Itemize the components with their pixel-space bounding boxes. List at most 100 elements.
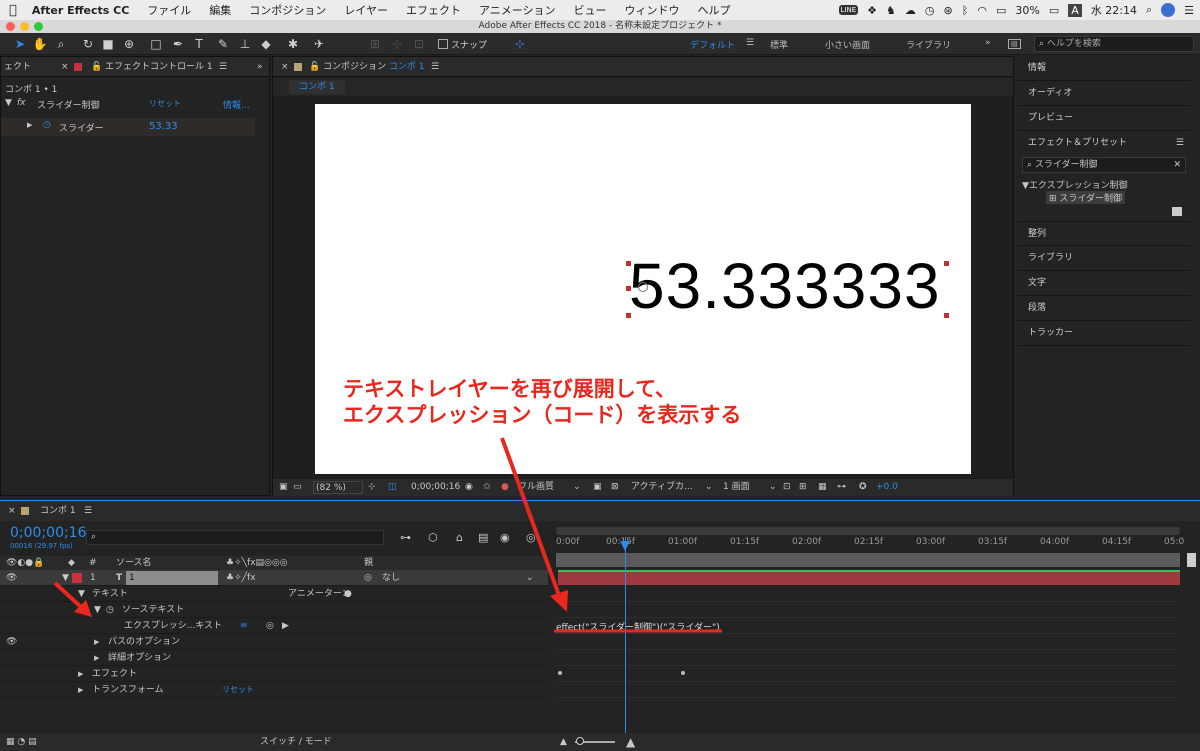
pen-tool-icon[interactable]: ✒ [170,36,186,52]
creative-cloud-icon[interactable]: ☁ [905,4,916,17]
tracker-panel-tab[interactable]: トラッカー [1018,321,1190,346]
align-panel-tab[interactable]: 整列 [1018,221,1190,246]
bbox-handle-bl[interactable] [626,313,631,318]
stopwatch-icon[interactable]: ◷ [43,120,51,130]
animator-add-icon[interactable]: ● [344,586,352,602]
rectangle-tool-icon[interactable]: □ [148,36,164,52]
source-name-column[interactable]: ソース名 [116,556,152,570]
input-source[interactable]: A [1068,3,1082,17]
timeline-close-icon[interactable]: × [8,501,16,521]
footer-layer-icons[interactable]: ▦ ◔ ▤ [6,733,37,751]
battery-percent[interactable]: 30% [1015,4,1039,17]
keyframe-dot[interactable] [558,671,562,675]
expand-triangle-icon[interactable]: ▶ [27,121,32,129]
exposure-reset-icon[interactable]: ✪ [859,479,867,496]
fast-preview-icon[interactable]: ⊠ [611,479,619,496]
timeline-link-icon[interactable]: ▦ [818,479,827,496]
menu-list-icon[interactable]: ☰ [1184,4,1194,17]
wifi-icon[interactable]: ◠ [977,4,987,17]
snap-checkbox[interactable] [438,39,448,49]
cti-head[interactable] [620,541,630,551]
effects-menu-icon[interactable]: ☰ [1176,131,1184,156]
quality-dropdown[interactable]: フル画質 [518,479,554,496]
roto-brush-tool-icon[interactable]: ✱ [285,36,301,52]
comp-end-marker[interactable] [1187,553,1196,567]
layer-label-color[interactable] [72,573,82,583]
clock-icon[interactable]: ◷ [925,4,935,17]
close-window-button[interactable] [6,22,15,31]
line-icon[interactable]: LINE [838,5,859,15]
selection-tool-icon[interactable]: ➤ [12,36,28,52]
snap-options-icon[interactable]: ⊹ [512,36,528,52]
effects-result-item[interactable]: ⊞ スライダー制御 [1046,191,1126,204]
lock-icon[interactable]: 🔓 [91,57,102,77]
comp-footer-timecode[interactable]: 0;00;00;16 [411,479,460,496]
parent-dropdown[interactable]: なし [382,570,400,586]
zoom-tool-icon[interactable]: ⌕ [53,36,69,52]
comp-close-tab-icon[interactable]: × [281,57,289,77]
quality-chevron-icon[interactable]: ⌄ [573,479,581,496]
current-time-indicator[interactable] [625,537,626,747]
preview-panel-tab[interactable]: プレビュー [1018,106,1190,131]
bluetooth-icon[interactable]: ᛒ [962,4,969,17]
transform-group-row[interactable]: ▶ トランスフォーム リセット [0,682,548,698]
evernote-icon[interactable]: ♞ [886,4,896,17]
workspace-default[interactable]: デフォルト [690,38,735,51]
menu-composition[interactable]: コンポジション [240,2,335,18]
bbox-handle-br[interactable] [944,313,949,318]
timeline-tab[interactable]: コンポ 1 [40,501,76,521]
layer-panel-icon[interactable]: ⊞ [799,479,807,496]
composition-tab[interactable]: コンポジション コンポ 1 [323,57,424,77]
timeline-search-input[interactable]: ⌕ [86,530,384,545]
timeline-timecode[interactable]: 0;00;00;16 [10,525,87,541]
resolution-icon[interactable]: ⊹ [368,479,376,496]
time-navigator[interactable] [556,527,1180,535]
hand-tool-icon[interactable]: ✋ [32,36,48,52]
effects-tab-partial[interactable]: ェクト [4,57,31,77]
toggle-pixel-icon[interactable]: ⊡ [783,479,791,496]
bbox-handle-tl[interactable] [626,261,631,266]
panel-overflow-icon[interactable]: » [257,57,263,77]
rotate-tool-icon[interactable]: ↻ [80,36,96,52]
path-options-eye-icon[interactable]: 👁 [6,634,17,650]
transform-reset-link[interactable]: リセット [222,682,254,698]
views-chevron-icon[interactable]: ⌄ [769,479,777,496]
effect-info-link[interactable]: 情報... [223,98,250,111]
draft-3d-icon[interactable]: ⬡ [428,531,438,544]
work-area-bar[interactable] [556,553,1180,567]
zoom-in-icon[interactable]: ▲ [626,733,635,751]
frame-blending-icon[interactable]: ▤ [478,531,488,544]
accessibility-icon[interactable]: ⊛ [944,4,953,17]
zoom-out-icon[interactable]: ▲ [560,733,567,751]
layer-duration-bar[interactable] [558,570,1180,585]
apple-icon[interactable]:  [0,3,26,18]
clock[interactable]: 水 22:14 [1091,2,1137,18]
camera-tool-icon[interactable]: ■ [100,36,116,52]
flowchart-icon[interactable]: ⊶ [837,479,846,496]
menu-effect[interactable]: エフェクト [397,2,470,18]
bbox-handle-ml[interactable] [626,286,631,291]
workspace-standard[interactable]: 標準 [770,38,788,51]
text-group-row[interactable]: ▼ テキスト アニメーター： ● [0,586,548,602]
anchor-point-icon[interactable] [638,282,648,292]
visibility-eye-icon[interactable]: 👁 [6,570,17,586]
comp-panel-menu-icon[interactable]: ☰ [431,57,439,77]
dropbox-icon[interactable]: ❖ [867,4,877,17]
zoom-dropdown[interactable]: (82 %) [313,481,363,494]
menu-animation[interactable]: アニメーション [470,2,565,18]
minimize-window-button[interactable] [20,22,29,31]
menu-file[interactable]: ファイル [138,2,200,18]
menu-window[interactable]: ウィンドウ [616,2,689,18]
paragraph-panel-tab[interactable]: 段落 [1018,296,1190,321]
panel-menu-icon[interactable]: ☰ [219,57,227,77]
effects-group-row[interactable]: ▶ エフェクト [0,666,548,682]
close-tab-icon[interactable]: × [61,57,69,77]
menu-help[interactable]: ヘルプ [689,2,740,18]
source-text-triangle-icon[interactable]: ▼ [94,602,101,618]
source-text-stopwatch-icon[interactable]: ◷ [106,602,114,618]
expression-enable-icon[interactable]: = [240,618,248,634]
comp-text-display[interactable]: 53.333333 [629,249,941,323]
zoom-window-button[interactable] [34,22,43,31]
layer-row[interactable]: 👁 ▼ 1 T 1 ♣✧╱fx ◎ なし ⌄ [0,570,548,586]
monitor-icon[interactable]: ▭ [293,479,302,496]
